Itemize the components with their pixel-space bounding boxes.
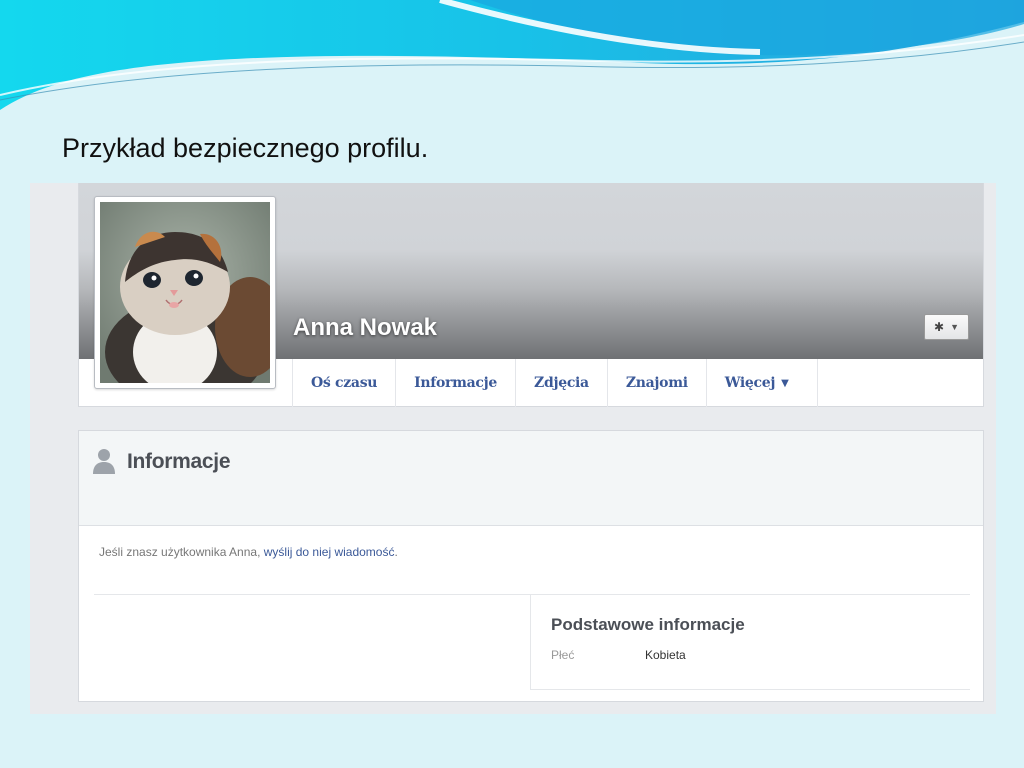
chevron-down-icon: ▼	[950, 322, 959, 332]
tab-photos[interactable]: Zdjęcia	[516, 359, 608, 407]
tab-timeline[interactable]: Oś czasu	[293, 359, 397, 407]
info-title: Informacje	[127, 450, 231, 473]
settings-button[interactable]: ✱ ▼	[924, 314, 969, 340]
info-header: Informacje	[79, 431, 983, 526]
slide-wave-decoration	[0, 0, 1024, 110]
chevron-down-icon: ▼	[781, 377, 789, 389]
kitten-photo	[100, 202, 270, 383]
tab-friends[interactable]: Znajomi	[608, 359, 707, 407]
basic-info-box: Podstawowe informacje Płeć Kobieta	[530, 594, 970, 690]
send-message-link[interactable]: wyślij do niej wiadomość	[264, 545, 395, 559]
profile-photo-frame[interactable]	[94, 196, 276, 389]
person-icon	[93, 449, 115, 474]
tab-about[interactable]: Informacje	[396, 359, 517, 407]
gender-label: Płeć	[551, 648, 575, 662]
basic-info-title: Podstawowe informacje	[551, 615, 745, 634]
gear-icon: ✱	[934, 320, 945, 334]
message-prefix: Jeśli znasz użytkownika Anna,	[99, 545, 264, 559]
slide-title: Przykład bezpiecznego profilu.	[62, 133, 429, 163]
divider	[94, 594, 530, 595]
tab-more[interactable]: Więcej ▼	[707, 359, 818, 407]
profile-screenshot: Anna Nowak ✱ ▼ Oś czasu Informacje Zdjęc…	[30, 183, 996, 714]
gender-value: Kobieta	[645, 648, 686, 662]
message-suffix: .	[394, 545, 398, 559]
info-card: Informacje Jeśli znasz użytkownika Anna,…	[78, 430, 984, 702]
profile-header-card: Anna Nowak ✱ ▼ Oś czasu Informacje Zdjęc…	[78, 183, 984, 407]
profile-name: Anna Nowak	[293, 314, 438, 341]
message-line: Jeśli znasz użytkownika Anna, wyślij do …	[99, 545, 398, 559]
profile-tabs: Oś czasu Informacje Zdjęcia Znajomi Więc…	[292, 359, 818, 407]
tab-more-label: Więcej	[724, 375, 776, 391]
